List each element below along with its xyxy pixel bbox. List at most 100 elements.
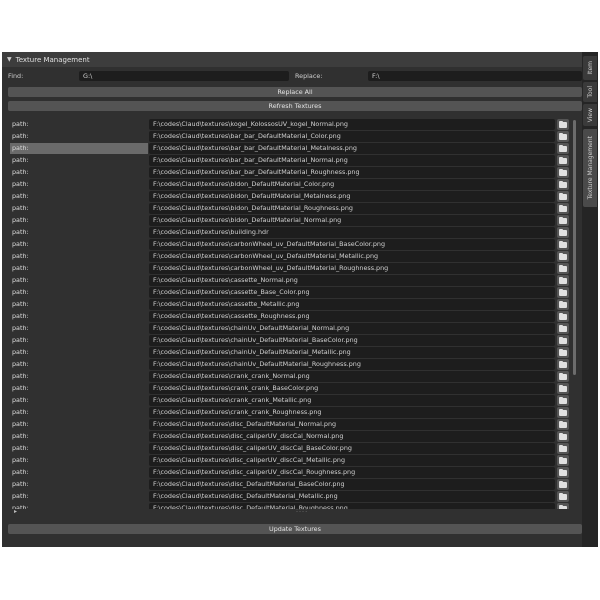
table-row[interactable]: path: F:\codes\Claud\textures\bidon_Defau…	[8, 203, 572, 215]
table-row[interactable]: path: F:\codes\Claud\textures\bidon_Defau…	[8, 215, 572, 227]
table-row[interactable]: path: F:\codes\Claud\textures\cassette_No…	[8, 275, 572, 287]
tab-tool[interactable]: Tool	[583, 82, 597, 102]
path-field[interactable]: F:\codes\Claud\textures\bar_bar_DefaultM…	[149, 131, 555, 142]
path-field[interactable]: F:\codes\Claud\textures\disc_DefaultMate…	[149, 419, 555, 430]
path-field[interactable]: F:\codes\Claud\textures\cassette_Normal.…	[149, 275, 555, 286]
table-row[interactable]: path: F:\codes\Claud\textures\disc_Defaul…	[8, 479, 572, 491]
table-row[interactable]: path: F:\codes\Claud\textures\crank_crank…	[8, 383, 572, 395]
path-field[interactable]: F:\codes\Claud\textures\chainUv_DefaultM…	[149, 323, 555, 334]
refresh-textures-button[interactable]: Refresh Textures	[8, 101, 582, 111]
path-field[interactable]: F:\codes\Claud\textures\bidon_DefaultMat…	[149, 191, 555, 202]
folder-icon[interactable]	[557, 299, 569, 310]
folder-icon[interactable]	[557, 203, 569, 214]
table-row[interactable]: path: F:\codes\Claud\textures\bar_bar_Def…	[8, 155, 572, 167]
folder-icon[interactable]	[557, 347, 569, 358]
replace-field[interactable]: F:\	[368, 71, 582, 81]
folder-icon[interactable]	[557, 239, 569, 250]
path-field[interactable]: F:\codes\Claud\textures\chainUv_DefaultM…	[149, 347, 555, 358]
update-textures-button[interactable]: Update Textures	[8, 524, 582, 534]
path-field[interactable]: F:\codes\Claud\textures\disc_DefaultMate…	[149, 479, 555, 490]
table-row[interactable]: path: F:\codes\Claud\textures\carbonWheel…	[8, 239, 572, 251]
folder-icon[interactable]	[557, 443, 569, 454]
folder-icon[interactable]	[557, 311, 569, 322]
table-row[interactable]: path: F:\codes\Claud\textures\cassette_Ba…	[8, 287, 572, 299]
folder-icon[interactable]	[557, 371, 569, 382]
grip-dots-icon[interactable]: ::::	[296, 507, 308, 514]
folder-icon[interactable]	[557, 143, 569, 154]
folder-icon[interactable]	[557, 407, 569, 418]
folder-icon[interactable]	[557, 323, 569, 334]
path-field[interactable]: F:\codes\Claud\textures\chainUv_DefaultM…	[149, 335, 555, 346]
path-field[interactable]: F:\codes\Claud\textures\crank_crank_Meta…	[149, 395, 555, 406]
table-row[interactable]: path: F:\codes\Claud\textures\crank_crank…	[8, 371, 572, 383]
table-row[interactable]: path: F:\codes\Claud\textures\crank_crank…	[8, 395, 572, 407]
path-field[interactable]: F:\codes\Claud\textures\bidon_DefaultMat…	[149, 179, 555, 190]
folder-icon[interactable]	[557, 383, 569, 394]
tab-view[interactable]: View	[583, 104, 597, 126]
table-row[interactable]: path: F:\codes\Claud\textures\crank_crank…	[8, 407, 572, 419]
folder-icon[interactable]	[557, 227, 569, 238]
table-row[interactable]: path: F:\codes\Claud\textures\chainUv_Def…	[8, 323, 572, 335]
tab-item[interactable]: Item	[583, 56, 597, 80]
folder-icon[interactable]	[557, 479, 569, 490]
path-field[interactable]: F:\codes\Claud\textures\disc_DefaultMate…	[149, 503, 555, 509]
path-field[interactable]: F:\codes\Claud\textures\disc_caliperUV_d…	[149, 431, 555, 442]
path-field[interactable]: F:\codes\Claud\textures\bidon_DefaultMat…	[149, 215, 555, 226]
triangle-right-icon[interactable]: ▸	[14, 508, 17, 515]
folder-icon[interactable]	[557, 131, 569, 142]
table-row[interactable]: path: F:\codes\Claud\textures\carbonWheel…	[8, 263, 572, 275]
folder-icon[interactable]	[557, 491, 569, 502]
folder-icon[interactable]	[557, 467, 569, 478]
folder-icon[interactable]	[557, 263, 569, 274]
path-field[interactable]: F:\codes\Claud\textures\disc_caliperUV_d…	[149, 467, 555, 478]
path-field[interactable]: F:\codes\Claud\textures\cassette_Roughne…	[149, 311, 555, 322]
table-row[interactable]: path: F:\codes\Claud\textures\chainUv_Def…	[8, 347, 572, 359]
table-row[interactable]: path: F:\codes\Claud\textures\disc_Defaul…	[8, 491, 572, 503]
path-field[interactable]: F:\codes\Claud\textures\carbonWheel_uv_D…	[149, 263, 555, 274]
triangle-down-icon[interactable]: ▼	[7, 56, 12, 63]
tab-texture-management[interactable]: Texture Management	[583, 129, 597, 207]
folder-icon[interactable]	[557, 191, 569, 202]
table-row[interactable]: path: F:\codes\Claud\textures\disc_Defaul…	[8, 419, 572, 431]
table-row[interactable]: path: F:\codes\Claud\textures\bar_bar_Def…	[8, 143, 572, 155]
path-field[interactable]: F:\codes\Claud\textures\building.hdr	[149, 227, 555, 238]
table-row[interactable]: path: F:\codes\Claud\textures\bar_bar_Def…	[8, 167, 572, 179]
path-field[interactable]: F:\codes\Claud\textures\cassette_Metalli…	[149, 299, 555, 310]
path-field[interactable]: F:\codes\Claud\textures\crank_crank_Roug…	[149, 407, 555, 418]
folder-icon[interactable]	[557, 335, 569, 346]
path-field[interactable]: F:\codes\Claud\textures\crank_crank_Base…	[149, 383, 555, 394]
path-field[interactable]: F:\codes\Claud\textures\disc_DefaultMate…	[149, 491, 555, 502]
path-field[interactable]: F:\codes\Claud\textures\bidon_DefaultMat…	[149, 203, 555, 214]
table-row[interactable]: path: F:\codes\Claud\textures\carbonWheel…	[8, 251, 572, 263]
folder-icon[interactable]	[557, 275, 569, 286]
table-row[interactable]: path: F:\codes\Claud\textures\kogel_Kolos…	[8, 119, 572, 131]
path-field[interactable]: F:\codes\Claud\textures\kogel_KolossosUV…	[149, 119, 555, 130]
replace-all-button[interactable]: Replace All	[8, 87, 582, 97]
table-row[interactable]: path: F:\codes\Claud\textures\disc_Defaul…	[8, 503, 572, 509]
folder-icon[interactable]	[557, 395, 569, 406]
folder-icon[interactable]	[557, 455, 569, 466]
path-field[interactable]: F:\codes\Claud\textures\bar_bar_DefaultM…	[149, 143, 555, 154]
path-field[interactable]: F:\codes\Claud\textures\disc_caliperUV_d…	[149, 443, 555, 454]
path-field[interactable]: F:\codes\Claud\textures\bar_bar_DefaultM…	[149, 167, 555, 178]
path-field[interactable]: F:\codes\Claud\textures\bar_bar_DefaultM…	[149, 155, 555, 166]
table-row[interactable]: path: F:\codes\Claud\textures\bar_bar_Def…	[8, 131, 572, 143]
path-field[interactable]: F:\codes\Claud\textures\carbonWheel_uv_D…	[149, 239, 555, 250]
table-row[interactable]: path: F:\codes\Claud\textures\bidon_Defau…	[8, 191, 572, 203]
folder-icon[interactable]	[557, 419, 569, 430]
table-row[interactable]: path: F:\codes\Claud\textures\disc_calipe…	[8, 455, 572, 467]
folder-icon[interactable]	[557, 251, 569, 262]
panel-header[interactable]: ▼ Texture Management	[2, 52, 582, 67]
folder-icon[interactable]	[557, 155, 569, 166]
folder-icon[interactable]	[557, 287, 569, 298]
folder-icon[interactable]	[557, 359, 569, 370]
folder-icon[interactable]	[557, 215, 569, 226]
folder-icon[interactable]	[557, 167, 569, 178]
path-field[interactable]: F:\codes\Claud\textures\cassette_Base_Co…	[149, 287, 555, 298]
table-row[interactable]: path: F:\codes\Claud\textures\disc_calipe…	[8, 443, 572, 455]
list-scrollbar[interactable]	[573, 120, 576, 375]
table-row[interactable]: path: F:\codes\Claud\textures\disc_calipe…	[8, 431, 572, 443]
path-field[interactable]: F:\codes\Claud\textures\disc_caliperUV_d…	[149, 455, 555, 466]
table-row[interactable]: path: F:\codes\Claud\textures\building.hd…	[8, 227, 572, 239]
table-row[interactable]: path: F:\codes\Claud\textures\chainUv_Def…	[8, 359, 572, 371]
